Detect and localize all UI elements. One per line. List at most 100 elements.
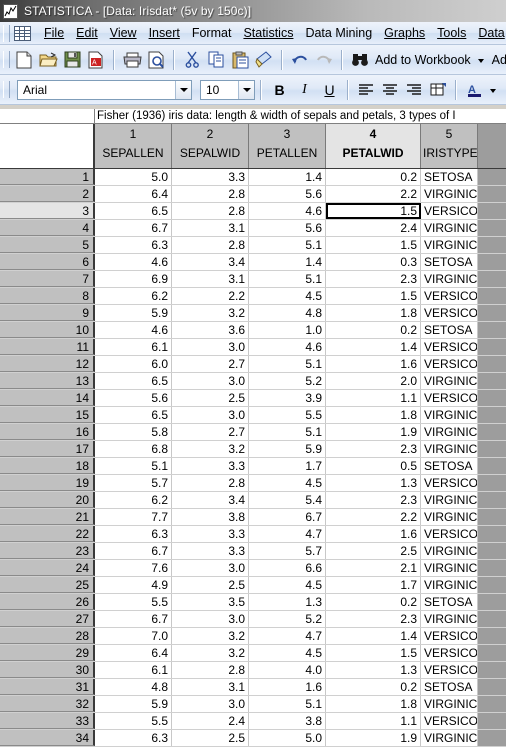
table-row[interactable]: 20 6.2 3.4 5.4 2.3 VIRGINIC bbox=[0, 492, 506, 509]
cell-iristype[interactable]: VERSICO bbox=[421, 475, 478, 491]
table-row[interactable]: 27 6.7 3.0 5.2 2.3 VIRGINIC bbox=[0, 611, 506, 628]
cell-properties-icon[interactable] bbox=[426, 78, 450, 101]
row-header[interactable]: 17 bbox=[0, 441, 95, 457]
cell-petallen[interactable]: 3.8 bbox=[249, 713, 326, 729]
row-header[interactable]: 19 bbox=[0, 475, 95, 491]
cell-petallen[interactable]: 1.0 bbox=[249, 322, 326, 338]
font-size-dropdown-icon[interactable] bbox=[238, 80, 254, 99]
cell-sepallen[interactable]: 6.9 bbox=[95, 271, 172, 287]
cell-petalwid[interactable]: 0.2 bbox=[326, 679, 421, 695]
table-row[interactable]: 14 5.6 2.5 3.9 1.1 VERSICO bbox=[0, 390, 506, 407]
cell-petalwid[interactable]: 2.3 bbox=[326, 611, 421, 627]
menu-item-format[interactable]: Format bbox=[186, 24, 238, 42]
cell-sepallen[interactable]: 5.9 bbox=[95, 305, 172, 321]
cell-petalwid[interactable]: 1.1 bbox=[326, 713, 421, 729]
cell-sepalwid[interactable]: 2.4 bbox=[172, 713, 249, 729]
table-row[interactable]: 7 6.9 3.1 5.1 2.3 VIRGINIC bbox=[0, 271, 506, 288]
cell-sepalwid[interactable]: 3.0 bbox=[172, 339, 249, 355]
table-row[interactable]: 32 5.9 3.0 5.1 1.8 VIRGINIC bbox=[0, 696, 506, 713]
menu-item-data[interactable]: Data bbox=[472, 24, 506, 42]
redo-arrow-icon[interactable] bbox=[312, 48, 336, 71]
row-header[interactable]: 8 bbox=[0, 288, 95, 304]
cell-petalwid[interactable]: 2.0 bbox=[326, 373, 421, 389]
cell-sepalwid[interactable]: 2.2 bbox=[172, 288, 249, 304]
row-header[interactable]: 23 bbox=[0, 543, 95, 559]
row-header[interactable]: 34 bbox=[0, 730, 95, 746]
cell-sepalwid[interactable]: 3.8 bbox=[172, 509, 249, 525]
cell-petalwid[interactable]: 1.8 bbox=[326, 407, 421, 423]
cell-petalwid[interactable]: 0.5 bbox=[326, 458, 421, 474]
cell-petallen[interactable]: 5.6 bbox=[249, 186, 326, 202]
cell-sepallen[interactable]: 5.5 bbox=[95, 713, 172, 729]
underline-button[interactable]: U bbox=[317, 78, 342, 101]
row-header[interactable]: 14 bbox=[0, 390, 95, 406]
print-icon[interactable] bbox=[120, 48, 144, 71]
cell-petalwid[interactable]: 2.1 bbox=[326, 560, 421, 576]
copy-icon[interactable] bbox=[204, 48, 228, 71]
menu-item-file[interactable]: File bbox=[38, 24, 70, 42]
cell-petallen[interactable]: 1.6 bbox=[249, 679, 326, 695]
cell-sepallen[interactable]: 6.3 bbox=[95, 526, 172, 542]
cell-petalwid[interactable]: 1.1 bbox=[326, 390, 421, 406]
save-icon[interactable] bbox=[60, 48, 84, 71]
cell-iristype[interactable]: VIRGINIC bbox=[421, 271, 478, 287]
cell-iristype[interactable]: VIRGINIC bbox=[421, 696, 478, 712]
cell-petalwid[interactable]: 1.8 bbox=[326, 305, 421, 321]
cell-sepalwid[interactable]: 3.0 bbox=[172, 560, 249, 576]
cell-iristype[interactable]: SETOSA bbox=[421, 458, 478, 474]
row-header[interactable]: 27 bbox=[0, 611, 95, 627]
row-header[interactable]: 4 bbox=[0, 220, 95, 236]
cell-sepallen[interactable]: 6.5 bbox=[95, 203, 172, 219]
cell-sepallen[interactable]: 6.3 bbox=[95, 730, 172, 746]
column-header-petallen[interactable]: 3 PETALLEN bbox=[249, 124, 326, 168]
table-row[interactable]: 3 6.5 2.8 4.6 1.5 VERSICO bbox=[0, 203, 506, 220]
cell-petalwid[interactable]: 1.7 bbox=[326, 577, 421, 593]
table-row[interactable]: 34 6.3 2.5 5.0 1.9 VIRGINIC bbox=[0, 730, 506, 747]
row-header[interactable]: 29 bbox=[0, 645, 95, 661]
cell-iristype[interactable]: VIRGINIC bbox=[421, 492, 478, 508]
cell-petallen[interactable]: 4.0 bbox=[249, 662, 326, 678]
cell-petallen[interactable]: 3.9 bbox=[249, 390, 326, 406]
row-header[interactable]: 11 bbox=[0, 339, 95, 355]
cell-sepalwid[interactable]: 2.5 bbox=[172, 730, 249, 746]
table-row[interactable]: 18 5.1 3.3 1.7 0.5 SETOSA bbox=[0, 458, 506, 475]
table-row[interactable]: 28 7.0 3.2 4.7 1.4 VERSICO bbox=[0, 628, 506, 645]
cell-sepalwid[interactable]: 3.2 bbox=[172, 441, 249, 457]
cell-petallen[interactable]: 5.4 bbox=[249, 492, 326, 508]
cell-sepalwid[interactable]: 2.7 bbox=[172, 356, 249, 372]
undo-arrow-icon[interactable] bbox=[288, 48, 312, 71]
cell-sepallen[interactable]: 6.7 bbox=[95, 611, 172, 627]
table-row[interactable]: 8 6.2 2.2 4.5 1.5 VERSICO bbox=[0, 288, 506, 305]
cell-petallen[interactable]: 5.2 bbox=[249, 611, 326, 627]
cell-sepallen[interactable]: 6.4 bbox=[95, 645, 172, 661]
cell-iristype[interactable]: SETOSA bbox=[421, 169, 478, 185]
cell-iristype[interactable]: SETOSA bbox=[421, 594, 478, 610]
cell-sepallen[interactable]: 6.1 bbox=[95, 339, 172, 355]
cell-petallen[interactable]: 4.5 bbox=[249, 645, 326, 661]
row-header[interactable]: 9 bbox=[0, 305, 95, 321]
column-header-petalwid[interactable]: 4 PETALWID bbox=[326, 124, 421, 168]
cell-sepalwid[interactable]: 2.8 bbox=[172, 475, 249, 491]
cell-iristype[interactable]: VERSICO bbox=[421, 390, 478, 406]
cell-petallen[interactable]: 4.6 bbox=[249, 203, 326, 219]
table-row[interactable]: 5 6.3 2.8 5.1 1.5 VIRGINIC bbox=[0, 237, 506, 254]
cell-petallen[interactable]: 1.7 bbox=[249, 458, 326, 474]
cell-sepallen[interactable]: 5.6 bbox=[95, 390, 172, 406]
cell-petallen[interactable]: 5.6 bbox=[249, 220, 326, 236]
cell-sepallen[interactable]: 5.7 bbox=[95, 475, 172, 491]
cell-sepalwid[interactable]: 2.7 bbox=[172, 424, 249, 440]
cell-sepallen[interactable]: 7.7 bbox=[95, 509, 172, 525]
cell-petalwid[interactable]: 2.5 bbox=[326, 543, 421, 559]
cell-petalwid[interactable]: 2.4 bbox=[326, 220, 421, 236]
cell-petalwid[interactable]: 1.9 bbox=[326, 730, 421, 746]
column-header-sepallen[interactable]: 1 SEPALLEN bbox=[95, 124, 172, 168]
datasheet[interactable]: Fisher (1936) iris data: length & width … bbox=[0, 109, 506, 747]
row-header[interactable]: 32 bbox=[0, 696, 95, 712]
pdf-export-icon[interactable]: A bbox=[84, 48, 108, 71]
cell-sepalwid[interactable]: 2.8 bbox=[172, 237, 249, 253]
row-header[interactable]: 20 bbox=[0, 492, 95, 508]
cell-petallen[interactable]: 4.5 bbox=[249, 577, 326, 593]
cell-petalwid[interactable]: 1.3 bbox=[326, 475, 421, 491]
cell-petallen[interactable]: 1.3 bbox=[249, 594, 326, 610]
standard-toolbar-grip[interactable] bbox=[3, 51, 10, 68]
